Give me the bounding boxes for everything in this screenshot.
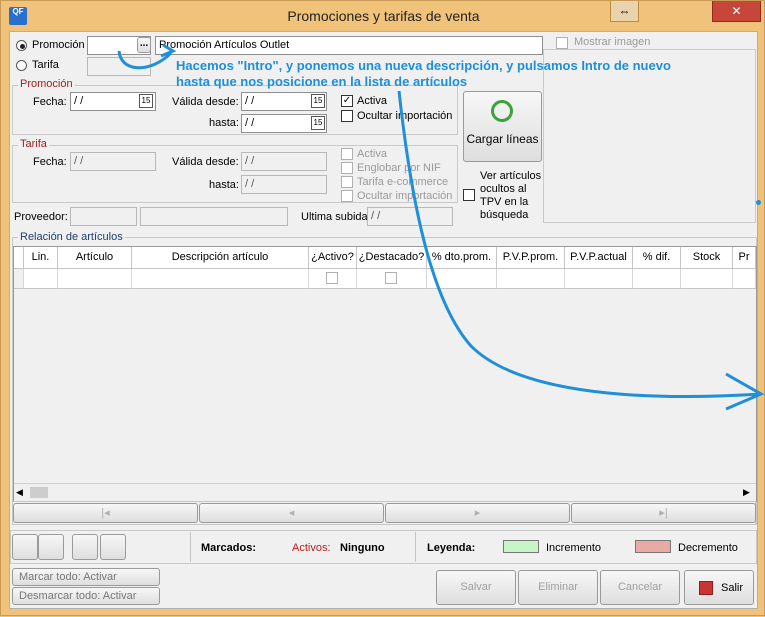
annotation-arrowhead-icon: [725, 372, 765, 411]
annotation-text: Hacemos "Intro", y ponemos una nueva des…: [176, 58, 671, 89]
annotation-overlay: [117, 43, 765, 411]
window: QF Promociones y tarifas de venta ⇔ ✕ Pr…: [0, 0, 765, 616]
annotation-arrow: [397, 90, 762, 399]
